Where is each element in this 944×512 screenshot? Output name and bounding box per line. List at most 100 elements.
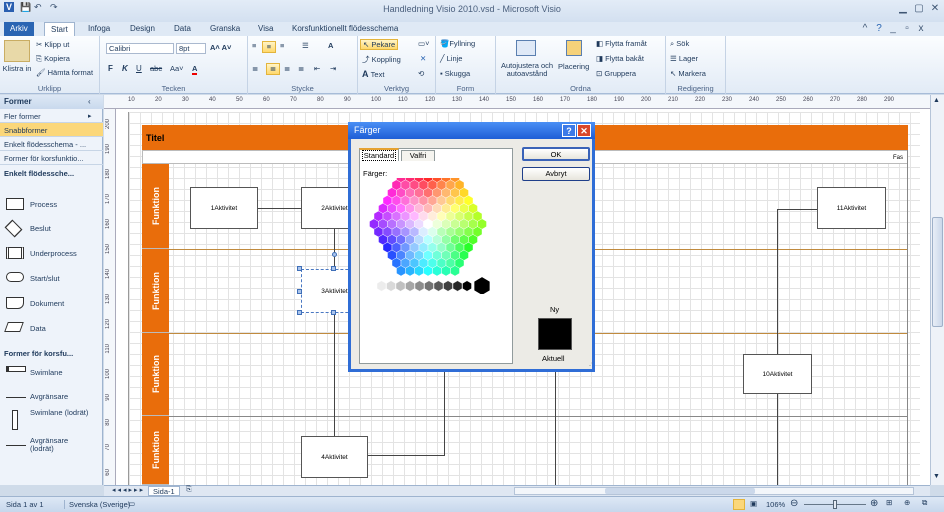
shadow-button[interactable]: ▪ Skugga [440,69,470,78]
doc-minimize-icon[interactable]: _ [886,22,900,36]
lane-label-1[interactable]: Funktion [142,164,169,249]
font-name-combo[interactable]: Calibri [106,43,174,54]
align-center-icon[interactable]: ≣ [266,63,280,75]
full-screen-icon[interactable]: ▣ [750,499,757,508]
line-button[interactable]: ╱ Linje [440,54,462,63]
selection-handle[interactable] [297,266,302,271]
status-page[interactable]: Sida 1 av 1 [6,500,44,509]
help-icon[interactable]: ? [872,22,886,36]
shape-data[interactable]: Data [4,319,102,339]
tab-design[interactable]: Design [124,22,161,36]
text-rotate-icon[interactable]: ⟲ [418,69,424,78]
gray-swatch[interactable] [367,280,377,292]
cancel-button[interactable]: Avbryt [522,167,590,181]
doc-close-icon[interactable]: x [914,22,928,36]
collapse-pane-icon[interactable]: ‹ [88,97,91,106]
zoom-out-icon[interactable]: ⊖ [790,498,798,509]
layers-button[interactable]: ☰ Lager [670,54,698,63]
format-painter-button[interactable]: 🖌 Hämta format [36,68,93,77]
connector-3-4[interactable] [334,315,335,436]
align-left-icon[interactable]: ≣ [252,64,258,73]
fit-page-icon[interactable]: ⊞ [886,498,892,507]
minimize-icon[interactable]: ▁ [896,2,910,16]
justify-icon[interactable]: ≣ [298,64,304,73]
connector-up-10[interactable] [777,394,778,485]
cut-button[interactable]: ✂ Klipp ut [36,40,69,49]
horizontal-scrollbar[interactable] [514,487,914,495]
lane-label-4[interactable]: Funktion [142,416,169,485]
gray-swatch[interactable] [386,280,396,292]
gray-swatch[interactable] [376,280,387,292]
resize-grip-icon[interactable]: ⋰ [589,360,595,367]
underline-icon[interactable]: U [136,64,142,73]
decrease-indent-icon[interactable]: ⇤ [314,64,320,73]
shape-swimlane[interactable]: Swimlane [4,363,102,383]
activity-box-10[interactable]: 10 Aktivitet [743,354,812,394]
dialog-help-icon[interactable]: ? [562,124,576,137]
horizontal-scroll-thumb[interactable] [605,488,755,494]
tab-custom[interactable]: Valfri [401,150,435,161]
connector-tool-button[interactable]: ⤴ Koppling [362,54,401,65]
shape-decision[interactable]: Beslut [4,219,102,239]
grow-font-icon[interactable]: A˄ A˅ [210,43,231,52]
align-middle-icon[interactable]: ≡ [262,41,276,53]
gray-swatch[interactable] [462,280,472,292]
pan-zoom-icon[interactable]: ⊕ [904,498,910,507]
gray-swatch[interactable] [414,280,425,292]
connection-point-icon[interactable]: ✕ [420,54,426,63]
bold-icon[interactable]: F [108,64,113,73]
doc-restore-icon[interactable]: ▫ [900,22,914,36]
fill-button[interactable]: 🪣Fyllning [440,39,475,48]
align-bottom-icon[interactable]: ≡ [280,41,284,50]
rectangle-tool-icon[interactable]: ▭˅ [418,39,429,48]
gray-swatch[interactable] [405,280,415,292]
macro-record-icon[interactable]: ▭ [128,499,135,508]
change-case-icon[interactable]: Aa˅ [170,64,184,73]
switch-windows-icon[interactable]: ⧉ [922,498,927,508]
zoom-in-icon[interactable]: ⊕ [870,498,878,509]
text-tool-button[interactable]: A Text [362,69,384,79]
font-color-icon[interactable]: A [192,64,198,75]
page-view-icon[interactable] [733,499,745,510]
shape-start-end[interactable]: Start/slut [4,269,102,289]
find-button[interactable]: ⌕ Sök [670,39,689,49]
gray-swatch[interactable] [433,280,444,292]
selection-handle[interactable] [297,310,302,315]
tab-granska[interactable]: Granska [204,22,246,36]
shape-process[interactable]: Process [4,195,102,215]
activity-box-4[interactable]: 4 Aktivitet [301,436,368,478]
selected-black-swatch[interactable] [474,277,490,294]
text-block-icon[interactable]: A [328,41,333,50]
connector-to-11[interactable] [777,209,817,210]
scroll-up-icon[interactable]: ▲ [933,97,940,104]
zoom-level[interactable]: 106% [766,500,785,509]
vertical-scrollbar[interactable]: ▲ ▼ [930,95,944,485]
activity-box-11[interactable]: 11 Aktivitet [817,187,886,229]
gray-swatch[interactable] [452,280,463,292]
selection-handle[interactable] [331,266,336,271]
connector-1-2[interactable] [258,208,301,209]
font-size-combo[interactable]: 8pt [176,43,206,54]
connector-2-3[interactable] [334,229,335,269]
gray-swatch[interactable] [443,280,453,292]
tab-start[interactable]: Start [44,22,75,36]
tab-korsfunktionellt[interactable]: Korsfunktionellt flödesschema [286,22,404,36]
shape-document[interactable]: Dokument [4,294,102,314]
align-top-icon[interactable]: ≡ [252,41,256,50]
ok-button[interactable]: OK [522,147,590,161]
dialog-close-icon[interactable]: ✕ [577,124,591,137]
paste-button[interactable]: Klistra in [2,64,32,73]
tab-arkiv[interactable]: Arkiv [4,22,34,36]
copy-button[interactable]: ⎘ Kopiera [36,54,70,64]
rotation-handle[interactable] [332,252,337,257]
zoom-slider-thumb[interactable] [833,500,837,509]
connector-vertical-2[interactable] [555,370,556,485]
lane-label-2[interactable]: Funktion [142,249,169,333]
ribbon-minimize-icon[interactable]: ^ [858,22,872,36]
shape-subprocess[interactable]: Underprocess [4,244,102,264]
tab-data[interactable]: Data [168,22,197,36]
gray-swatch[interactable] [395,280,406,292]
tab-standard[interactable]: Standard [359,148,399,161]
shape-separator[interactable]: Avgränsare [4,387,102,407]
tab-visa[interactable]: Visa [252,22,279,36]
